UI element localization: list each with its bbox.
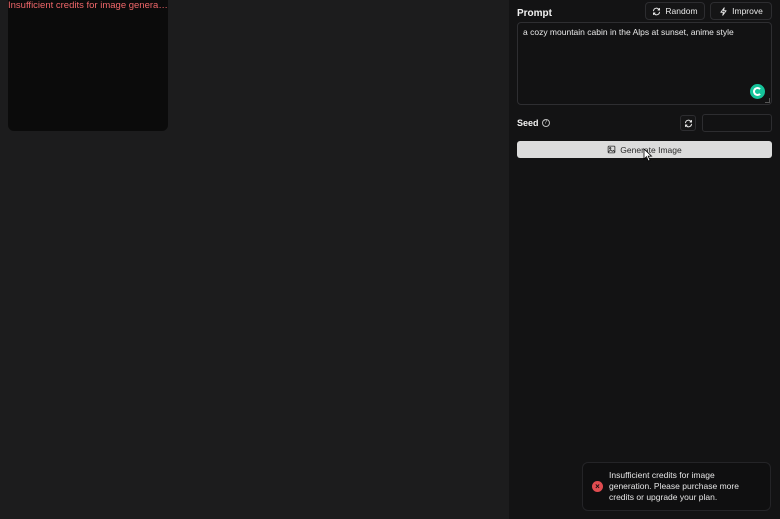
generated-image-card[interactable]: Insufficient credits for image generatio… <box>8 0 168 131</box>
improve-button[interactable]: Improve <box>710 2 772 20</box>
toast-message: Insufficient credits for image generatio… <box>609 470 739 502</box>
error-x-icon: × <box>592 481 603 492</box>
prompt-label: Prompt <box>517 8 552 19</box>
random-button-label: Random <box>665 6 698 16</box>
seed-input[interactable] <box>702 114 772 132</box>
generator-sidebar: Prompt Random Improve a cozy mountain ca… <box>509 0 780 519</box>
prompt-textarea[interactable]: a cozy mountain cabin in the Alps at sun… <box>517 22 772 105</box>
image-icon <box>607 145 616 154</box>
shuffle-icon <box>653 7 661 15</box>
help-circle-icon[interactable]: ? <box>541 119 550 127</box>
improve-button-label: Improve <box>732 6 763 16</box>
grammarly-icon[interactable] <box>750 84 765 99</box>
prompt-text: a cozy mountain cabin in the Alps at sun… <box>523 27 734 37</box>
seed-label: Seed ? <box>517 118 550 128</box>
error-toast[interactable]: × Insufficient credits for image generat… <box>582 462 771 511</box>
results-area: Insufficient credits for image generatio… <box>0 0 509 519</box>
resize-handle-icon[interactable] <box>765 98 770 103</box>
refresh-icon <box>684 119 692 127</box>
seed-label-text: Seed <box>517 118 539 128</box>
image-error-text: Insufficient credits for image generatio… <box>8 0 168 11</box>
lightning-icon <box>720 6 727 16</box>
randomize-seed-button[interactable] <box>680 115 696 131</box>
app-page: Insufficient credits for image generatio… <box>0 0 780 519</box>
random-button[interactable]: Random <box>645 2 705 20</box>
mouse-cursor-icon <box>643 148 653 162</box>
